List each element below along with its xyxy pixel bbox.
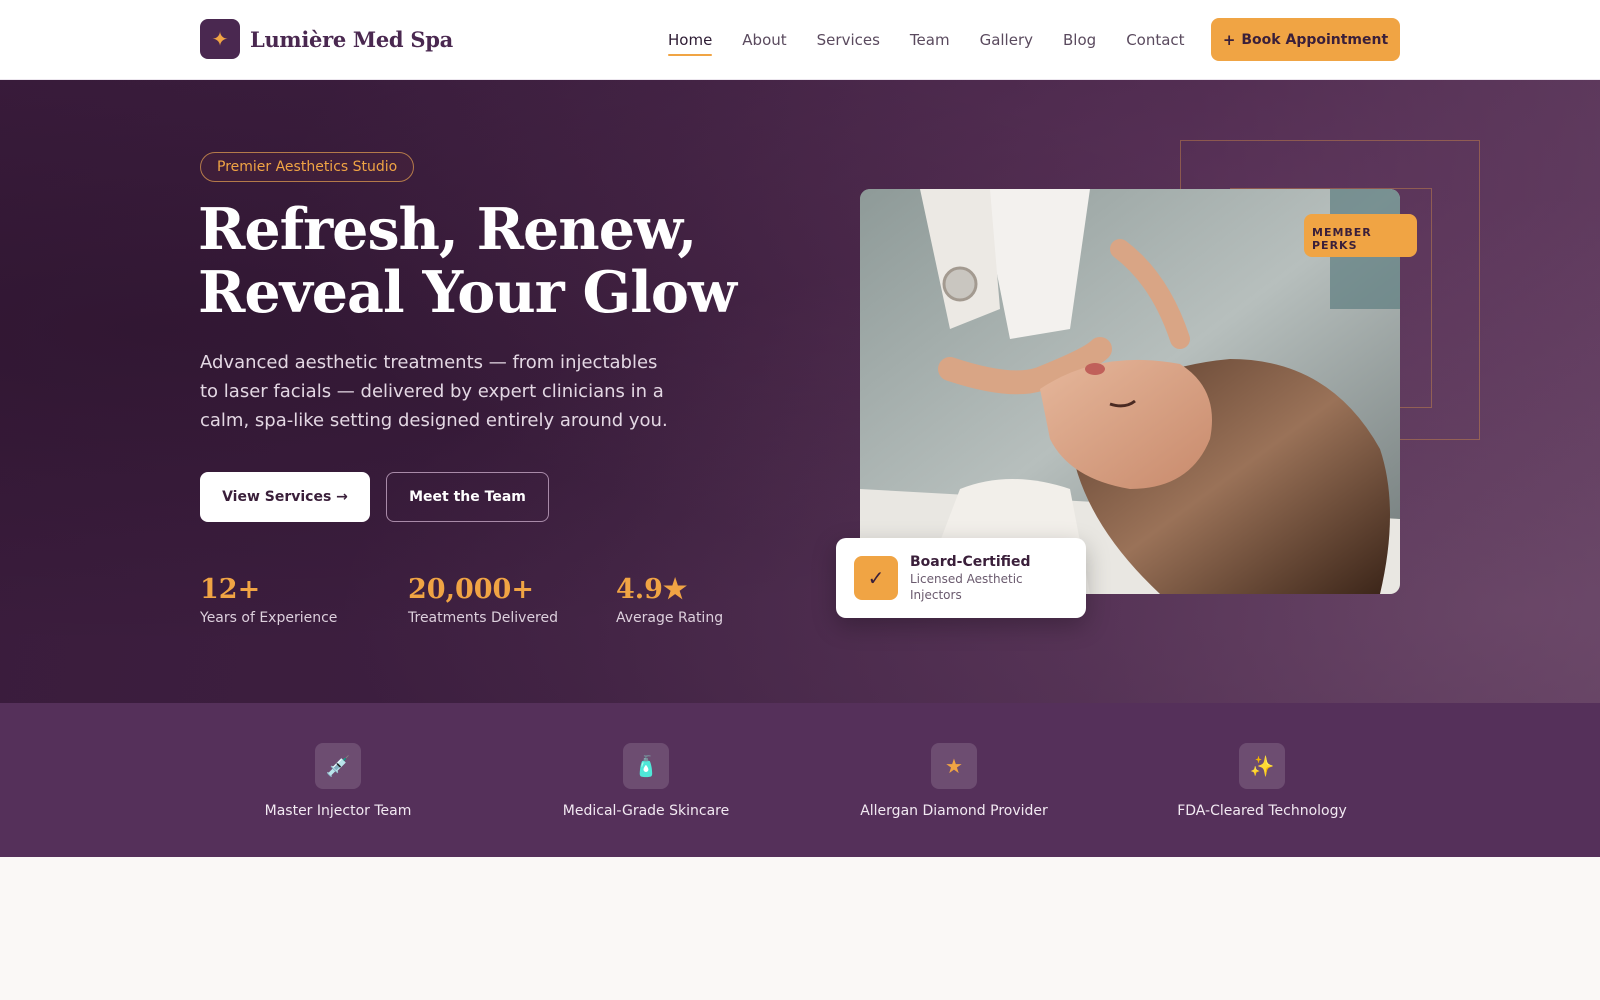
nav-link-about[interactable]: About — [742, 0, 786, 80]
nav-link-home[interactable]: Home — [668, 0, 713, 80]
board-certified-card: ✓ Board-Certified Licensed Aesthetic Inj… — [836, 538, 1086, 618]
feature-label: Master Injector Team — [264, 803, 412, 819]
stat-value: 12+ — [200, 574, 261, 605]
stat-rating: 4.9★ Average Rating — [616, 574, 723, 626]
plus-icon: + — [1222, 30, 1236, 49]
hero-section: Premier Aesthetics Studio Refresh, Renew… — [0, 80, 1600, 703]
hero-subtitle: Advanced aesthetic treatments — from inj… — [200, 352, 668, 431]
view-services-button[interactable]: View Services → — [200, 472, 370, 522]
hero-title-line1: Refresh, Renew, — [198, 196, 697, 263]
member-perks-badge[interactable]: MEMBER PERKS — [1304, 214, 1417, 257]
feature-injector-team: 💉 Master Injector Team — [218, 743, 458, 819]
cert-text: Board-Certified Licensed Aesthetic Injec… — [910, 554, 1040, 603]
checkmark-icon: ✓ — [854, 556, 898, 600]
brand-logo[interactable]: ✦ Lumière Med Spa — [200, 19, 453, 59]
nav-links: Home About Services Team Gallery Blog Co… — [668, 0, 1215, 80]
features-strip: 💉 Master Injector Team 🧴 Medical-Grade S… — [0, 703, 1600, 857]
stat-label: Treatments Delivered — [408, 610, 559, 626]
feature-fda-tech: ✨ FDA-Cleared Technology — [1142, 743, 1382, 819]
feature-skincare: 🧴 Medical-Grade Skincare — [526, 743, 766, 819]
meet-team-button[interactable]: Meet the Team — [386, 472, 549, 522]
star-icon: ★ — [931, 743, 977, 789]
nav-link-team[interactable]: Team — [910, 0, 950, 80]
stat-value: 4.9★ — [616, 574, 688, 605]
nav-link-contact[interactable]: Contact — [1126, 0, 1184, 80]
stat-label: Average Rating — [616, 610, 724, 626]
stat-value: 20,000+ — [408, 574, 534, 605]
nav-link-gallery[interactable]: Gallery — [980, 0, 1033, 80]
syringe-icon: 💉 — [315, 743, 361, 789]
hero-badge: Premier Aesthetics Studio — [200, 152, 415, 182]
brand-name: Lumière Med Spa — [250, 26, 453, 52]
hero-title-line2: Reveal Your Glow — [198, 259, 737, 326]
top-nav: ✦ Lumière Med Spa Home About Services Te… — [0, 0, 1600, 80]
feature-label: Medical-Grade Skincare — [562, 803, 730, 819]
nav-link-services[interactable]: Services — [817, 0, 880, 80]
stat-treatments: 20,000+ Treatments Delivered — [408, 574, 558, 626]
feature-allergan: ★ Allergan Diamond Provider — [834, 743, 1074, 819]
cert-title: Board-Certified — [910, 553, 1031, 570]
bottle-icon: 🧴 — [623, 743, 669, 789]
feature-label: FDA-Cleared Technology — [1177, 803, 1347, 819]
sparkle-icon: ✦ — [200, 19, 240, 59]
book-appointment-button[interactable]: + Book Appointment — [1211, 18, 1400, 61]
nav-link-blog[interactable]: Blog — [1063, 0, 1096, 80]
stat-label: Years of Experience — [200, 610, 338, 626]
book-appointment-label: Book Appointment — [1241, 31, 1389, 48]
hero-title: Refresh, Renew, Reveal Your Glow — [198, 198, 758, 324]
stat-experience: 12+ Years of Experience — [200, 574, 337, 626]
sparkles-icon: ✨ — [1239, 743, 1285, 789]
feature-label: Allergan Diamond Provider — [860, 803, 1048, 819]
cert-description: Licensed Aesthetic Injectors — [910, 571, 1023, 602]
next-section — [0, 857, 1600, 1000]
